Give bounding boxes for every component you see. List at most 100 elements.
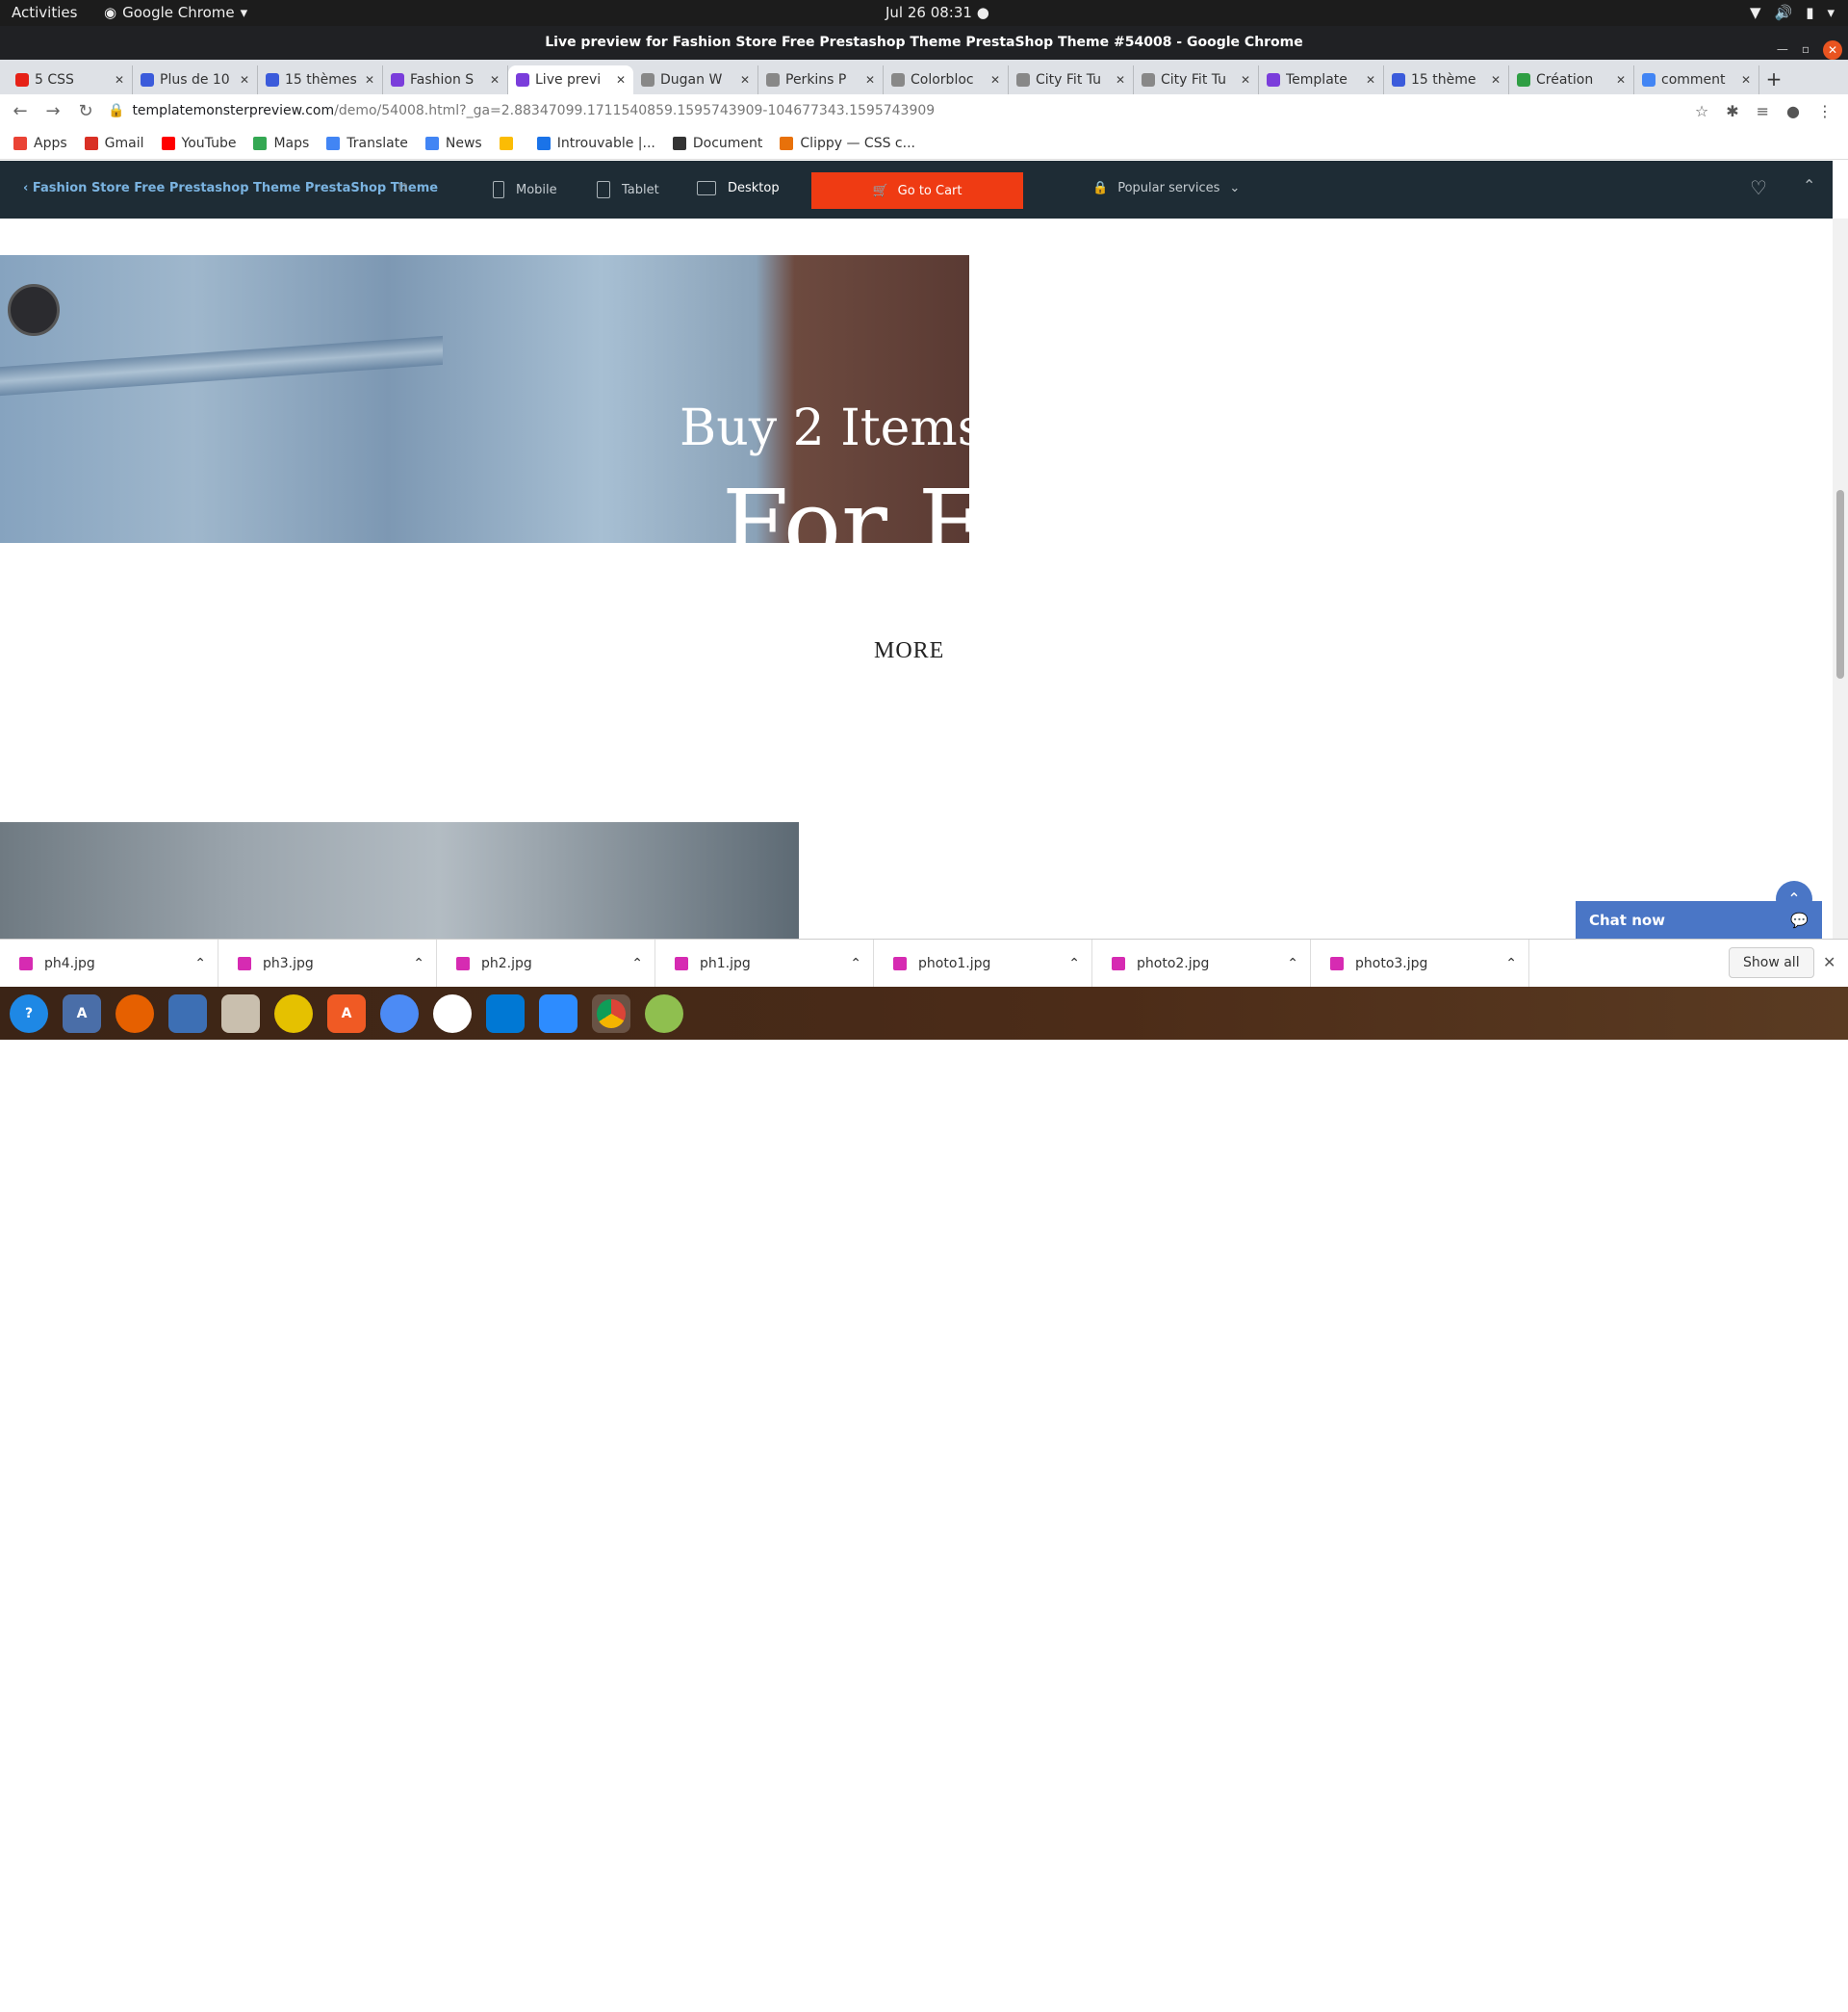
- app-menu[interactable]: ◉ Google Chrome ▾: [104, 4, 247, 21]
- firefox-icon[interactable]: [116, 993, 154, 1033]
- heart-icon[interactable]: ♡: [1750, 176, 1767, 199]
- external-link-icon[interactable]: ⧉: [398, 180, 407, 194]
- tab-7[interactable]: Colorbloc ✕: [884, 65, 1009, 94]
- chevron-up-icon[interactable]: ⌃: [1287, 956, 1298, 971]
- bookmark-6[interactable]: [499, 136, 520, 150]
- extensions-icon[interactable]: ✱: [1726, 102, 1738, 120]
- close-tab-icon[interactable]: ✕: [1241, 73, 1250, 87]
- mobile-view-button[interactable]: Mobile: [493, 181, 557, 198]
- activities-button[interactable]: Activities: [12, 4, 77, 21]
- close-tab-icon[interactable]: ✕: [365, 73, 374, 87]
- tablet-icon: [597, 181, 610, 198]
- popular-services-dropdown[interactable]: 🔒 Popular services ⌄: [1092, 181, 1240, 195]
- download-item[interactable]: ph2.jpg ⌃: [437, 939, 655, 988]
- wifi-icon: ▼: [1749, 4, 1761, 21]
- zoom-icon[interactable]: [539, 993, 578, 1033]
- bookmark-1[interactable]: Gmail: [84, 136, 144, 151]
- close-tab-icon[interactable]: ✕: [1616, 73, 1626, 87]
- system-tray[interactable]: ▼ 🔊 ▮ ▾: [1750, 4, 1835, 21]
- chat-now-widget[interactable]: Chat now 💬: [1576, 901, 1822, 939]
- menu-icon[interactable]: ⋮: [1817, 102, 1833, 120]
- more-link[interactable]: MORE: [874, 638, 944, 664]
- reload-icon[interactable]: ↻: [73, 101, 98, 121]
- close-tab-icon[interactable]: ✕: [1116, 73, 1125, 87]
- download-item[interactable]: photo2.jpg ⌃: [1092, 939, 1311, 988]
- bookmark-3[interactable]: Maps: [253, 136, 309, 151]
- bookmark-9[interactable]: Clippy — CSS c...: [780, 136, 915, 151]
- download-item[interactable]: ph1.jpg ⌃: [655, 939, 874, 988]
- close-tab-icon[interactable]: ✕: [740, 73, 750, 87]
- rhythmbox-icon[interactable]: [274, 993, 313, 1033]
- desktop-view-button[interactable]: Desktop: [697, 181, 780, 195]
- chevron-up-icon[interactable]: ⌃: [1803, 176, 1815, 194]
- help-icon[interactable]: ?: [10, 993, 48, 1033]
- chromium-icon[interactable]: [380, 993, 419, 1033]
- download-item[interactable]: photo1.jpg ⌃: [874, 939, 1092, 988]
- scrollbar[interactable]: [1833, 219, 1848, 939]
- vscode-icon[interactable]: [486, 993, 525, 1033]
- tab-10[interactable]: Template ✕: [1259, 65, 1384, 94]
- close-tab-icon[interactable]: ✕: [990, 73, 1000, 87]
- close-tab-icon[interactable]: ✕: [115, 73, 124, 87]
- bookmark-5[interactable]: News: [424, 136, 482, 151]
- media-icon[interactable]: ≡: [1757, 102, 1769, 120]
- close-tab-icon[interactable]: ✕: [1366, 73, 1375, 87]
- slack-icon[interactable]: [433, 993, 472, 1033]
- tab-1[interactable]: Plus de 10 ✕: [133, 65, 258, 94]
- close-downloads-icon[interactable]: ✕: [1823, 953, 1835, 971]
- thunderbird-icon[interactable]: [168, 993, 207, 1033]
- second-banner[interactable]: [0, 822, 799, 939]
- close-tab-icon[interactable]: ✕: [616, 73, 626, 87]
- tab-4[interactable]: Live previ ✕: [508, 65, 633, 94]
- tab-9[interactable]: City Fit Tu ✕: [1134, 65, 1259, 94]
- url-field[interactable]: 🔒 templatemonsterpreview.com/demo/54008.…: [108, 97, 1685, 124]
- translate-app-icon[interactable]: A: [63, 993, 101, 1033]
- tab-13[interactable]: comment ✕: [1634, 65, 1759, 94]
- bookmark-4[interactable]: Translate: [326, 136, 408, 151]
- bookmark-2[interactable]: YouTube: [161, 136, 236, 151]
- close-tab-icon[interactable]: ✕: [1491, 73, 1501, 87]
- go-to-cart-button[interactable]: 🛒 Go to Cart: [811, 172, 1023, 209]
- theme-back-link[interactable]: ‹ Fashion Store Free Prestashop Theme Pr…: [23, 181, 438, 195]
- tab-5[interactable]: Dugan W ✕: [633, 65, 758, 94]
- chevron-up-icon[interactable]: ⌃: [631, 956, 643, 971]
- tab-12[interactable]: Création ✕: [1509, 65, 1634, 94]
- tablet-view-button[interactable]: Tablet: [597, 181, 659, 198]
- chevron-up-icon[interactable]: ⌃: [1505, 956, 1517, 971]
- chevron-up-icon[interactable]: ⌃: [413, 956, 424, 971]
- software-center-icon[interactable]: A: [327, 993, 366, 1033]
- chevron-up-icon[interactable]: ⌃: [1068, 956, 1080, 971]
- bookmark-7[interactable]: Introuvable |...: [536, 136, 655, 151]
- close-tab-icon[interactable]: ✕: [1741, 73, 1751, 87]
- profile-avatar[interactable]: ●: [1786, 102, 1800, 120]
- show-apps-icon[interactable]: ⋮⋮: [1810, 1988, 1848, 2012]
- tab-8[interactable]: City Fit Tu ✕: [1009, 65, 1134, 94]
- promo-banner[interactable]: Buy 2 Items G For Fi: [0, 255, 969, 543]
- chrome-icon[interactable]: [592, 993, 630, 1033]
- download-item[interactable]: ph4.jpg ⌃: [0, 939, 218, 988]
- clock[interactable]: Jul 26 08:31 ●: [886, 4, 989, 21]
- close-tab-icon[interactable]: ✕: [240, 73, 249, 87]
- chevron-up-icon[interactable]: ⌃: [850, 956, 861, 971]
- new-tab-button[interactable]: +: [1759, 65, 1788, 94]
- close-tab-icon[interactable]: ✕: [490, 73, 500, 87]
- back-icon[interactable]: ←: [8, 101, 33, 121]
- tab-6[interactable]: Perkins P ✕: [758, 65, 884, 94]
- web-browser-icon[interactable]: [645, 993, 683, 1033]
- close-button[interactable]: ✕: [1823, 39, 1842, 60]
- chevron-up-icon[interactable]: ⌃: [194, 956, 206, 971]
- forward-icon[interactable]: →: [40, 101, 65, 121]
- bookmark-8[interactable]: Document: [672, 136, 762, 151]
- show-all-button[interactable]: Show all: [1729, 947, 1814, 978]
- tab-11[interactable]: 15 thème ✕: [1384, 65, 1509, 94]
- tab-2[interactable]: 15 thèmes ✕: [258, 65, 383, 94]
- bookmark-0[interactable]: Apps: [13, 136, 67, 151]
- files-icon[interactable]: [221, 993, 260, 1033]
- tab-0[interactable]: 5 CSS ✕: [8, 65, 133, 94]
- download-item[interactable]: photo3.jpg ⌃: [1311, 939, 1529, 988]
- star-icon[interactable]: ☆: [1695, 102, 1708, 120]
- close-tab-icon[interactable]: ✕: [865, 73, 875, 87]
- download-item[interactable]: ph3.jpg ⌃: [218, 939, 437, 988]
- scrollbar-thumb[interactable]: [1836, 490, 1844, 679]
- tab-3[interactable]: Fashion S ✕: [383, 65, 508, 94]
